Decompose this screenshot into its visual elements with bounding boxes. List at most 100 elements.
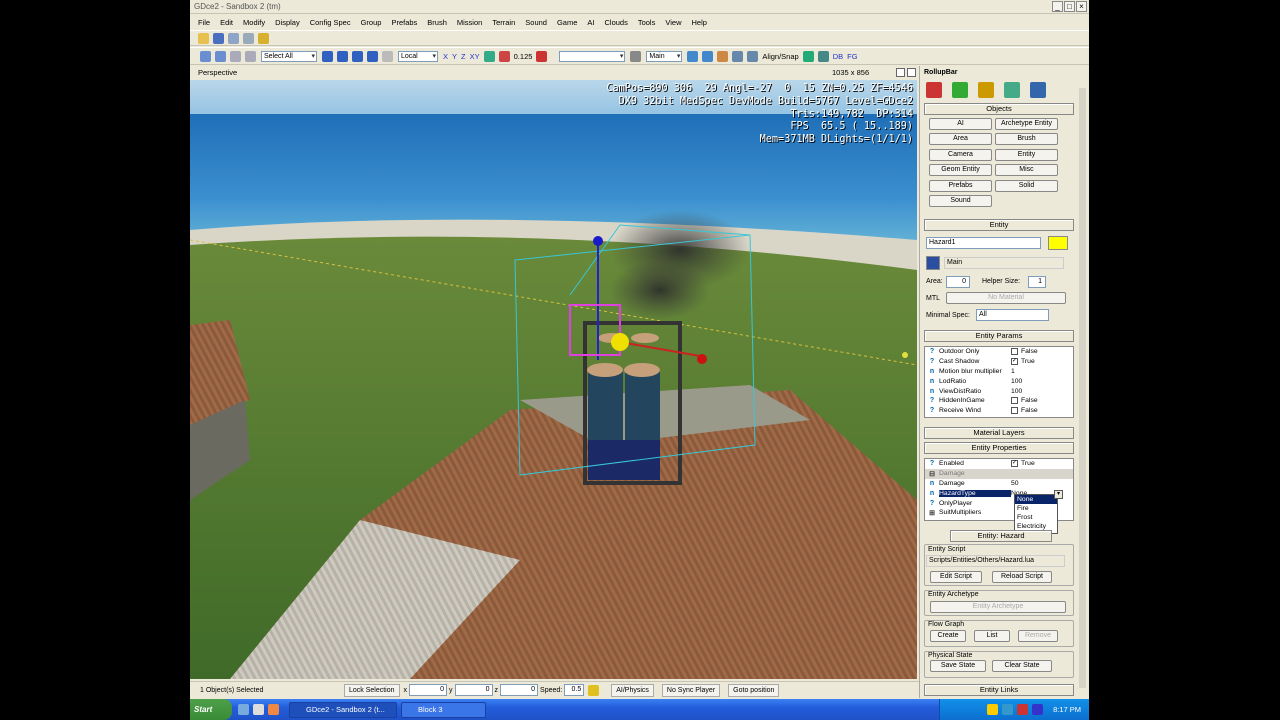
property-row[interactable]: n ViewDistRatio 100 [925, 386, 1073, 396]
remove-button[interactable]: Remove [1018, 630, 1058, 642]
material-layers-header[interactable]: Material Layers [924, 427, 1074, 439]
lock-selection-button[interactable]: Lock Selection [344, 683, 400, 697]
clear-state-button[interactable]: Clear State [992, 660, 1052, 672]
menu-game[interactable]: Game [557, 18, 577, 27]
entity-name-field[interactable]: Hazard1 [926, 237, 1041, 249]
group-row[interactable]: ⊟ Damage [925, 468, 1073, 479]
tray-icon[interactable] [987, 704, 999, 715]
selection-filter-select[interactable]: Select All [261, 50, 317, 62]
layer-icon[interactable] [926, 256, 940, 270]
snap-value[interactable]: 0.125 [514, 52, 533, 61]
task-block3[interactable]: Block 3 [401, 701, 486, 718]
menu-display[interactable]: Display [275, 18, 300, 27]
helper-size-field[interactable]: 1 [1028, 276, 1046, 288]
property-row[interactable]: ? Receive Wind False [925, 406, 1073, 416]
menu-mission[interactable]: Mission [457, 18, 482, 27]
entity-archetype-button[interactable]: Entity Archetype [930, 601, 1066, 613]
menu-sound[interactable]: Sound [525, 18, 547, 27]
dropdown-option[interactable]: None [1015, 495, 1057, 504]
dropdown-arrow-icon[interactable]: ▾ [1054, 490, 1063, 499]
axis-y-button[interactable]: Y [452, 52, 457, 61]
object-entity-button[interactable]: Entity [995, 149, 1058, 161]
select-arrow-icon[interactable] [322, 50, 333, 62]
property-row[interactable]: ? Enabled ✓ True [925, 459, 1073, 469]
axis-xy-button[interactable]: XY [470, 52, 480, 61]
dropdown-option[interactable]: Fire [1015, 504, 1057, 513]
terrain-snap-icon[interactable] [382, 50, 393, 62]
viewport-maximize-icon[interactable] [896, 68, 905, 77]
sphere-icon[interactable] [802, 50, 814, 62]
property-row[interactable]: n LodRatio 100 [925, 376, 1073, 386]
ai-physics-button[interactable]: AI/Physics [611, 683, 654, 697]
open-folder-icon[interactable] [198, 32, 209, 44]
entity-header[interactable]: Entity [924, 219, 1074, 231]
object-camera-button[interactable]: Camera [929, 149, 992, 161]
grid-icon[interactable] [498, 50, 510, 62]
terrain-follow-icon[interactable] [588, 684, 600, 696]
undo-icon[interactable] [200, 50, 211, 62]
menu-help[interactable]: Help [691, 18, 706, 27]
entity-params-header[interactable]: Entity Params [924, 330, 1074, 342]
reload-script-button[interactable]: Reload Script [992, 571, 1052, 583]
goto-position-button[interactable]: Goto position [728, 683, 780, 697]
collapse-icon[interactable]: ⊟ [925, 470, 939, 478]
dropdown-option[interactable]: Frost [1015, 513, 1057, 522]
close-button[interactable]: × [1076, 1, 1087, 12]
property-row[interactable]: n Damage 50 [925, 479, 1073, 489]
checkbox[interactable] [1011, 348, 1018, 356]
coord-system-select[interactable]: Local [398, 50, 438, 62]
terrain-icon[interactable] [483, 50, 495, 62]
create-button[interactable]: Create [930, 630, 966, 642]
list-button[interactable]: List [974, 630, 1010, 642]
hazard-type-dropdown[interactable]: None Fire Frost Electricity [1014, 494, 1058, 534]
menu-file[interactable]: File [198, 18, 210, 27]
redo-icon[interactable] [215, 50, 226, 62]
save-icon[interactable] [213, 32, 224, 44]
menu-group[interactable]: Group [361, 18, 382, 27]
menu-terrain[interactable]: Terrain [492, 18, 515, 27]
minimal-spec-select[interactable]: All [976, 309, 1049, 321]
z-field[interactable]: 0 [500, 684, 539, 696]
menu-brush[interactable]: Brush [427, 18, 447, 27]
graph-icon[interactable] [702, 50, 714, 62]
menu-view[interactable]: View [665, 18, 681, 27]
checkbox[interactable] [1011, 407, 1018, 415]
no-material-button[interactable]: No Material [946, 292, 1066, 304]
task-sandbox[interactable]: GDce2 - Sandbox 2 (t... [289, 701, 397, 718]
layer-field[interactable]: Main [944, 257, 1064, 269]
area-field[interactable]: 0 [946, 276, 970, 288]
tab-objects-icon[interactable] [926, 82, 942, 98]
menu-clouds[interactable]: Clouds [604, 18, 627, 27]
entity-properties-header[interactable]: Entity Properties [924, 442, 1074, 454]
layer-select[interactable]: Main [646, 50, 683, 62]
tab-terrain-icon[interactable] [952, 82, 968, 98]
object-brush-button[interactable]: Brush [995, 133, 1058, 145]
list-icon[interactable] [687, 50, 699, 62]
edit-script-button[interactable]: Edit Script [930, 571, 982, 583]
tray-icon[interactable] [1017, 704, 1029, 715]
maximize-button[interactable]: □ [1064, 1, 1075, 12]
tab-modify-icon[interactable] [978, 82, 994, 98]
flowgraph-button[interactable]: FG [847, 52, 857, 61]
object-prefabs-button[interactable]: Prefabs [929, 180, 992, 192]
menu-prefabs[interactable]: Prefabs [391, 18, 417, 27]
angle-snap-icon[interactable] [536, 50, 548, 62]
tab-layers-icon[interactable] [1030, 82, 1046, 98]
object-area-button[interactable]: Area [929, 133, 992, 145]
terrain-editor-icon[interactable] [817, 50, 829, 62]
clock[interactable]: 8:17 PM [1053, 705, 1081, 714]
menu-ai[interactable]: AI [587, 18, 594, 27]
menu-tools[interactable]: Tools [638, 18, 656, 27]
property-row[interactable]: ? HiddenInGame False [925, 396, 1073, 406]
menu-edit[interactable]: Edit [220, 18, 233, 27]
database-button[interactable]: DB [833, 52, 843, 61]
entity-color-swatch[interactable] [1048, 236, 1068, 250]
axis-x-button[interactable]: X [443, 52, 448, 61]
property-row[interactable]: ? Cast Shadow ✓ True [925, 357, 1073, 367]
tab-display-icon[interactable] [1004, 82, 1020, 98]
tray-icon[interactable] [1032, 704, 1044, 715]
object-ai-button[interactable]: AI [929, 118, 992, 130]
save-all-icon[interactable] [228, 32, 239, 44]
checkbox[interactable]: ✓ [1011, 358, 1018, 366]
quicklaunch-desktop-icon[interactable] [253, 704, 264, 715]
